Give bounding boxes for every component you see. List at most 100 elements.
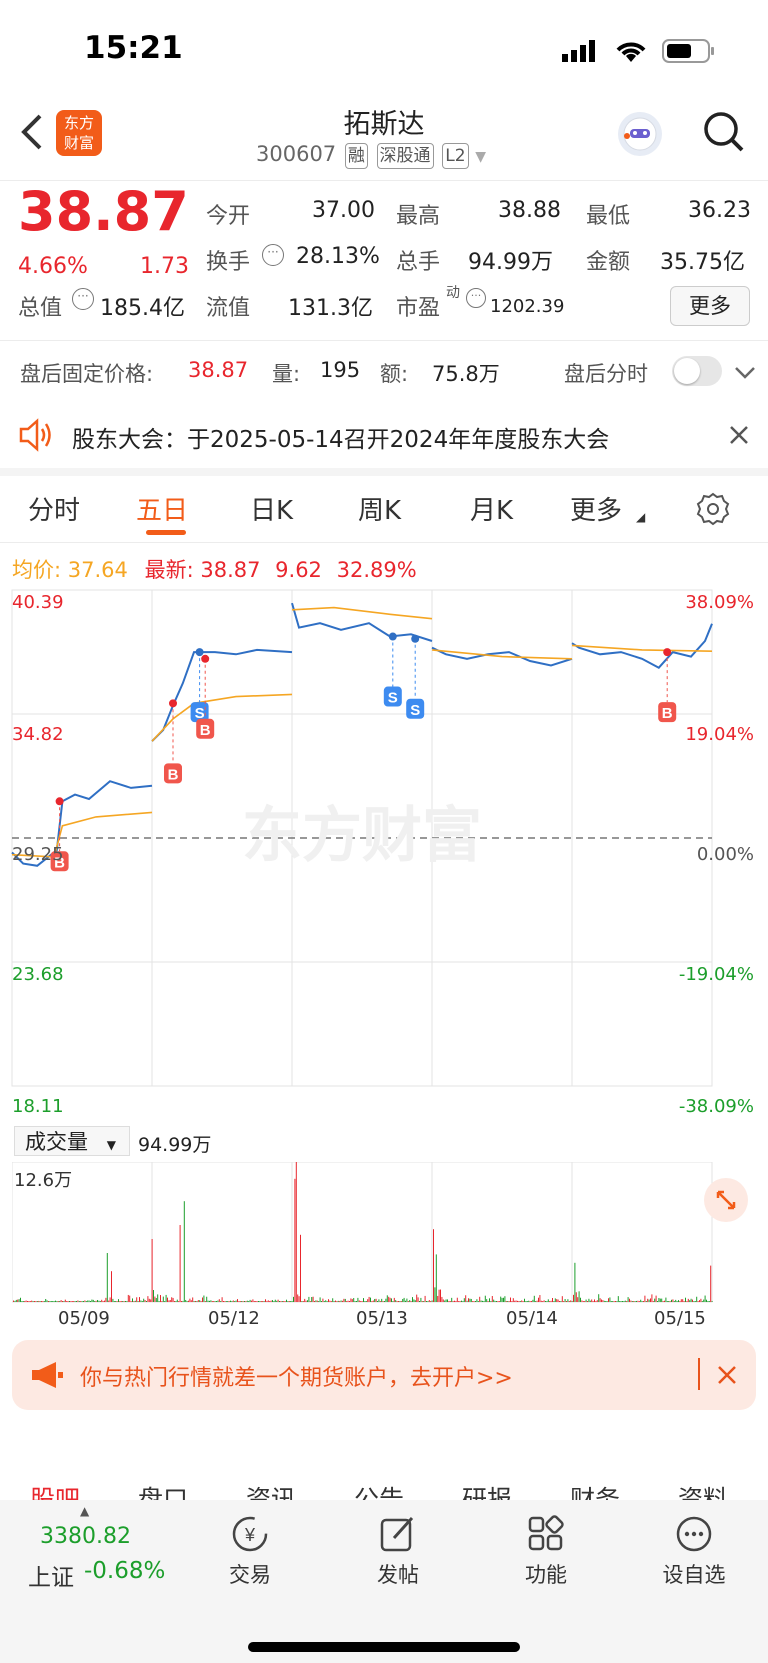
volume-bar <box>356 1301 357 1302</box>
volume-bar <box>567 1299 569 1302</box>
tag-margin: 融 <box>344 143 368 169</box>
volume-bar <box>244 1301 245 1302</box>
nav-trade[interactable]: ¥ 交易 <box>200 1514 300 1589</box>
notice-text: 股东大会：于2025-05-14召开2024年年度股东大会 <box>72 427 610 453</box>
volume-bar <box>573 1294 574 1302</box>
volume-bar <box>549 1301 551 1302</box>
tab-timeshare[interactable]: 分时 <box>28 490 80 527</box>
futures-banner[interactable]: 你与热门行情就差一个期货账户，去开户>> <box>12 1340 756 1410</box>
info-icon[interactable]: ··· <box>466 288 486 308</box>
volume-bar <box>157 1294 159 1302</box>
volume-max: 12.6万 <box>14 1170 73 1191</box>
volume-bar <box>581 1300 583 1302</box>
volume-bar <box>246 1300 248 1302</box>
volume-bar <box>647 1298 649 1302</box>
search-icon[interactable] <box>702 110 746 158</box>
x-date-0: 05/09 <box>58 1308 110 1329</box>
watermark-text: 东方财富 <box>242 802 482 869</box>
volume-bar <box>629 1298 630 1302</box>
volume-bar <box>536 1300 538 1302</box>
volume-bar <box>595 1301 597 1302</box>
y-left-3: 23.68 <box>12 964 64 985</box>
volume-selector[interactable]: 成交量 ▼ <box>14 1126 130 1156</box>
info-icon[interactable]: ··· <box>72 288 94 310</box>
volume-bar <box>477 1301 479 1302</box>
content-tabs: 股吧 盘口 资讯 公告 研报 财务 资料 <box>0 1458 768 1500</box>
nav-functions[interactable]: 功能 <box>496 1514 596 1589</box>
tag-connect: 深股通 <box>376 143 434 169</box>
volume-bar <box>552 1297 553 1302</box>
tab-weekly-k[interactable]: 周K <box>358 490 401 527</box>
volume-bar <box>35 1301 37 1302</box>
volume-bar <box>293 1296 294 1302</box>
tab-news[interactable]: 资讯 <box>246 1480 296 1500</box>
stock-code-row[interactable]: 300607 融 深股通 L2 ▼ <box>256 142 486 169</box>
index-ticker[interactable]: ▲ 3380.82 上证 -0.68% <box>0 1500 170 1610</box>
volume-bar <box>139 1297 140 1302</box>
volume-bar <box>147 1296 149 1302</box>
more-button[interactable]: 更多 <box>670 286 750 326</box>
signal-icon <box>562 40 602 66</box>
volume-bar <box>276 1300 278 1302</box>
tab-finance[interactable]: 财务 <box>570 1480 620 1500</box>
tab-five-day[interactable]: 五日 <box>136 490 188 527</box>
price-chart[interactable]: 东方财富 B B S B S S B 40.39 34.82 29.25 23.68 18.1… <box>11 589 756 1120</box>
volume-bar <box>363 1298 364 1302</box>
settings-gear-icon[interactable] <box>696 492 730 530</box>
volume-bar <box>475 1301 476 1302</box>
info-icon[interactable]: ··· <box>262 244 284 266</box>
status-bar: 15:21 <box>0 0 768 100</box>
volume-bar <box>553 1301 555 1302</box>
close-icon[interactable] <box>728 424 750 450</box>
volume-bar <box>358 1300 360 1302</box>
volume-bar <box>297 1294 299 1302</box>
chevron-down-icon[interactable] <box>734 362 756 386</box>
nav-post[interactable]: 发帖 <box>348 1514 448 1589</box>
tab-more[interactable]: 更多 <box>570 490 622 527</box>
volume-bar <box>91 1299 93 1302</box>
volume-bar <box>350 1298 352 1302</box>
more-dots-icon <box>676 1516 712 1552</box>
volume-bar <box>277 1299 279 1302</box>
volume-bar <box>49 1301 51 1302</box>
volume-bar <box>377 1301 378 1302</box>
volume-bar <box>591 1299 593 1302</box>
volume-bar <box>503 1297 504 1302</box>
latest-change: 9.62 <box>275 558 322 582</box>
tab-guba[interactable]: 股吧 <box>30 1480 80 1500</box>
tab-research[interactable]: 研报 <box>462 1480 512 1500</box>
nav-add-watchlist[interactable]: 设自选 <box>644 1514 744 1589</box>
high-value: 38.88 <box>498 198 561 223</box>
volume-bar <box>346 1301 348 1302</box>
volume-bar <box>444 1300 446 1302</box>
notice-bar[interactable]: 股东大会：于2025-05-14召开2024年年度股东大会 <box>0 402 768 476</box>
volume-bar <box>398 1301 399 1302</box>
volume-chart[interactable]: 12.6万 05/09 05/12 05/13 05/14 05/15 <box>12 1162 756 1340</box>
x-date-3: 05/14 <box>506 1308 558 1329</box>
volume-bar <box>697 1301 699 1302</box>
close-icon[interactable] <box>716 1364 738 1390</box>
robot-avatar-icon[interactable] <box>618 112 662 156</box>
volume-bar <box>123 1301 125 1302</box>
tab-daily-k[interactable]: 日K <box>250 490 293 527</box>
change-percent: 4.66% <box>18 254 88 279</box>
volume-bar <box>52 1301 54 1302</box>
tab-profile[interactable]: 资料 <box>678 1480 728 1500</box>
y-right-2: 0.00% <box>696 844 754 865</box>
tab-announce[interactable]: 公告 <box>354 1480 404 1500</box>
tab-monthly-k[interactable]: 月K <box>470 490 513 527</box>
volume-bar <box>568 1301 570 1302</box>
expand-icon[interactable] <box>704 1178 748 1222</box>
volume-bar <box>66 1301 68 1302</box>
tab-pankou[interactable]: 盘口 <box>138 1480 188 1500</box>
volume-bar <box>700 1298 702 1302</box>
volume-bar <box>193 1301 195 1302</box>
volume-bar <box>420 1297 422 1302</box>
volume-bar <box>602 1300 604 1302</box>
volume-bar <box>158 1301 160 1302</box>
change-amount: 1.73 <box>140 254 189 279</box>
volume-bar <box>200 1301 202 1302</box>
volume-bar <box>609 1297 611 1302</box>
ah-toggle[interactable] <box>672 356 722 386</box>
volume-label: 成交量 <box>25 1130 88 1154</box>
